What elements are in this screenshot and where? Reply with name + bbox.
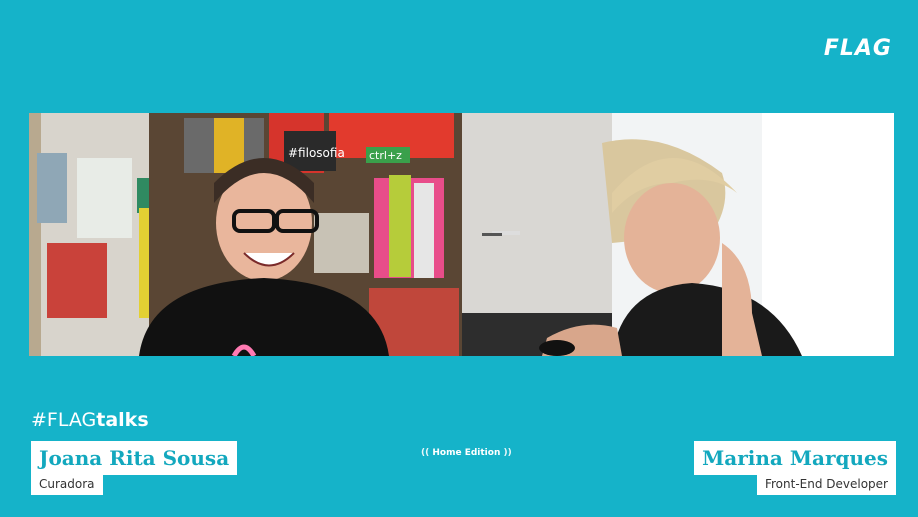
video-frame-left-illustration: #filosofia ctrl+z [29, 113, 462, 356]
video-tile-marina [462, 113, 894, 356]
video-tile-joana: #filosofia ctrl+z [29, 113, 462, 356]
flag-logo: FLAG [823, 36, 892, 61]
hashtag-suffix: talks [96, 409, 149, 431]
participant-1-role: Curadora [31, 473, 103, 495]
edition-label: Home Edition [432, 448, 501, 458]
participant-1-name: Joana Rita Sousa [31, 441, 238, 475]
bookshelf-sign-text: #filosofia [288, 146, 345, 160]
participant-2-name: Marina Marques [694, 441, 896, 475]
video-frame-right-illustration [462, 113, 894, 356]
signal-left-icon: (( [421, 448, 430, 458]
edition-badge: (( Home Edition )) [421, 448, 512, 458]
ctrl-z-sign-text: ctrl+z [369, 149, 402, 162]
participant-2-role: Front-End Developer [756, 473, 896, 495]
signal-right-icon: )) [503, 448, 512, 458]
show-hashtag: #FLAGtalks [31, 409, 149, 431]
hashtag-prefix: #FLAG [31, 409, 97, 431]
